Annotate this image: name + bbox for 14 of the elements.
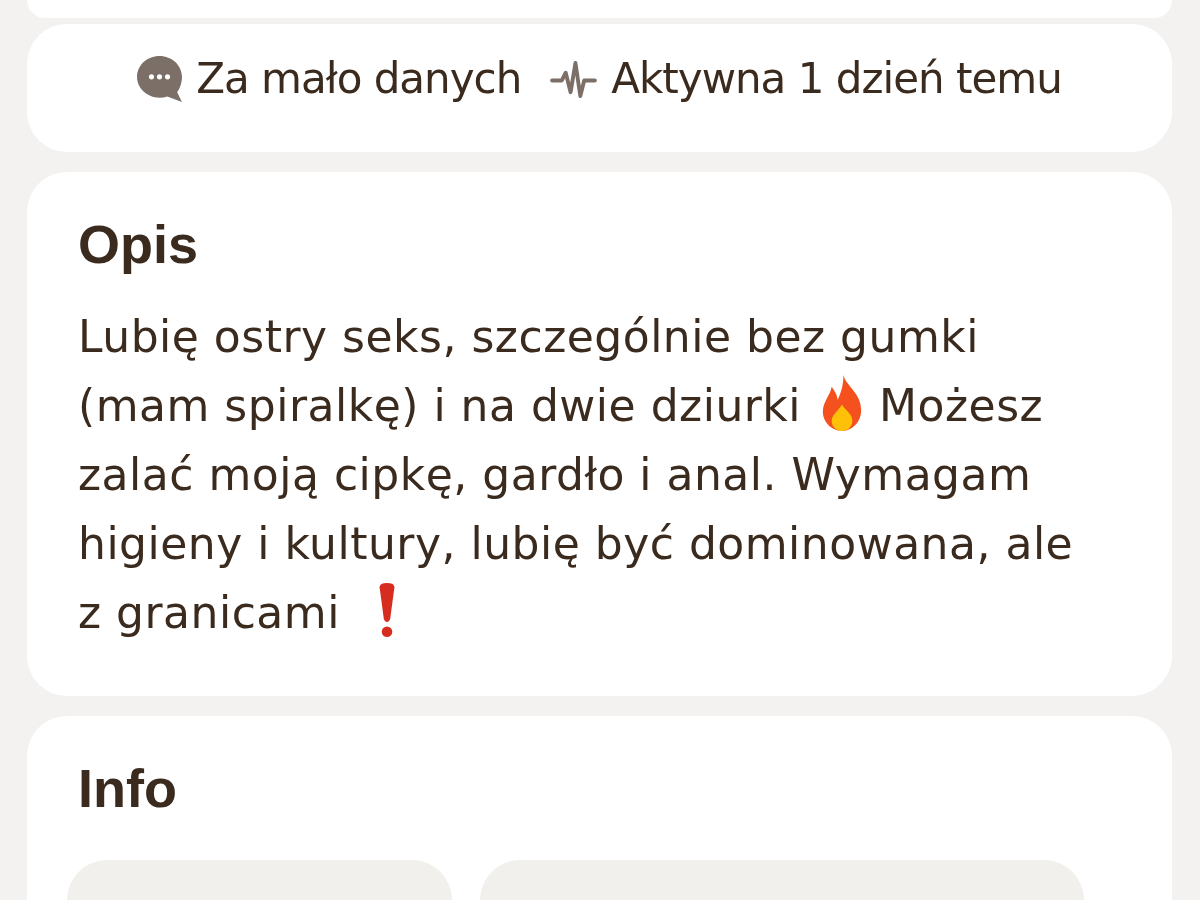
fire-emoji-icon [821,374,864,431]
status-text: Aktywna 1 dzień temu [611,54,1062,104]
section-title: Info [78,757,177,820]
description-text: higieny i kultury, lubię być dominowana, ale [78,517,1074,571]
pulse-icon [550,60,598,98]
description-text: z granicami [78,586,340,640]
status-text: Za mało danych [196,54,522,104]
chat-bubble-icon [137,56,183,102]
description-text: Możesz [879,379,1044,433]
section-title: Opis [78,213,199,276]
description-text: Lubię ostry seks, szczególnie bez gumki [78,310,979,364]
description-text: zalać moją cipkę, gardło i anal. Wymagam [78,448,1032,502]
exclamation-icon [377,582,396,637]
description-text: (mam spiralkę) i na dwie dziurki [78,379,802,433]
